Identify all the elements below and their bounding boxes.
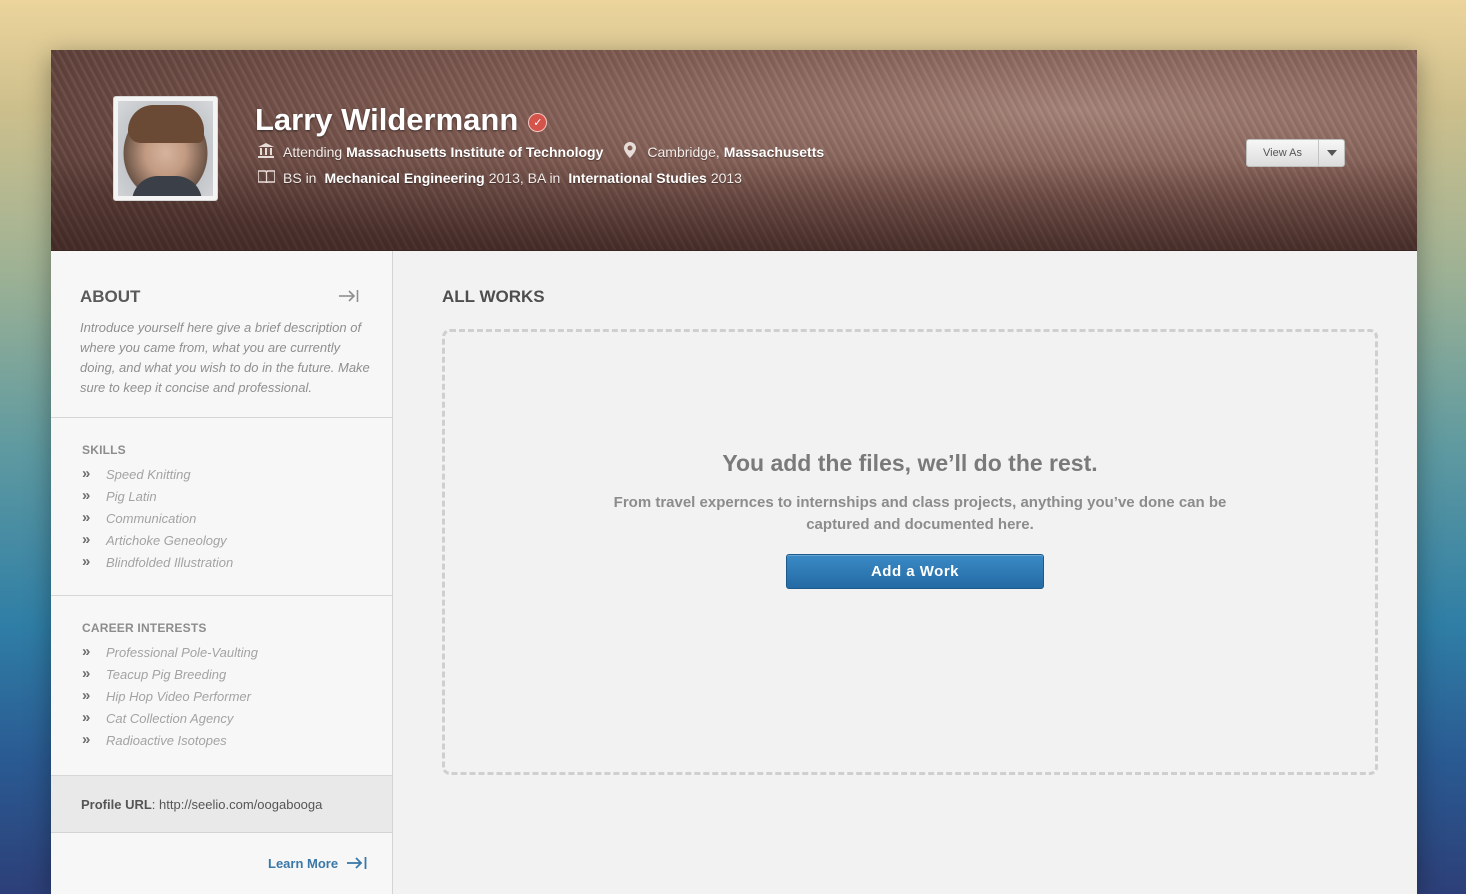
learn-more-link[interactable]: Learn More bbox=[268, 855, 368, 871]
career-interest-item: » Professional Pole-Vaulting bbox=[82, 641, 258, 663]
about-title: ABOUT bbox=[80, 287, 141, 306]
double-chevron-icon: » bbox=[82, 464, 91, 482]
double-chevron-icon: » bbox=[82, 530, 91, 548]
career-interest-text: Radioactive Isotopes bbox=[106, 732, 227, 748]
caret-down-icon bbox=[1326, 150, 1337, 156]
skill-item: » Pig Latin bbox=[82, 485, 233, 507]
profile-url-bar: Profile URL: http://seelio.com/oogabooga bbox=[51, 776, 392, 833]
sidebar: ABOUT Introduce yourself here give a bri… bbox=[51, 251, 393, 894]
skills-title: SKILLS bbox=[82, 443, 126, 457]
double-chevron-icon: » bbox=[82, 642, 91, 660]
double-chevron-icon: » bbox=[82, 486, 91, 504]
career-interests-title: CAREER INTERESTS bbox=[82, 621, 207, 635]
double-chevron-icon: » bbox=[82, 664, 91, 682]
dropzone-heading: You add the files, we’ll do the rest. bbox=[722, 450, 1098, 476]
career-interests-section: CAREER INTERESTS » Professional Pole-Vaul… bbox=[51, 596, 392, 776]
about-section: ABOUT Introduce yourself here give a bri… bbox=[51, 251, 392, 418]
career-interest-item: » Cat Collection Agency bbox=[82, 707, 258, 729]
learn-more-label[interactable]: Learn More bbox=[268, 856, 338, 871]
degree2-major[interactable]: International Studies bbox=[568, 170, 706, 186]
skill-item: » Communication bbox=[82, 507, 233, 529]
all-works-title: ALL WORKS bbox=[442, 287, 545, 306]
skill-text: Blindfolded Illustration bbox=[106, 554, 234, 570]
double-chevron-icon: » bbox=[82, 686, 91, 704]
skills-section: SKILLS » Speed Knitting » Pig Latin » Commu… bbox=[51, 418, 392, 596]
degree1-major[interactable]: Mechanical Engineering bbox=[324, 170, 484, 186]
career-interest-item: » Hip Hop Video Performer bbox=[82, 685, 258, 707]
profile-header: Larry Wildermann ✓ Attending Massachuset… bbox=[51, 50, 1417, 251]
career-interest-text: Hip Hop Video Performer bbox=[106, 688, 251, 704]
skill-text: Pig Latin bbox=[106, 488, 157, 504]
career-interest-text: Teacup Pig Breeding bbox=[106, 666, 227, 682]
app-window: Larry Wildermann ✓ Attending Massachuset… bbox=[51, 50, 1417, 894]
view-as-dropdown[interactable] bbox=[1319, 140, 1344, 166]
skill-text: Artichoke Geneology bbox=[106, 532, 227, 548]
degree1-prefix: BS in bbox=[283, 170, 317, 186]
works-dropzone[interactable]: You add the files, we’ll do the rest. Fr… bbox=[442, 329, 1378, 775]
skill-text: Communication bbox=[106, 510, 197, 526]
degree1-suffix: 2013, BA in bbox=[488, 170, 561, 186]
check-circle-icon: ✓ bbox=[528, 112, 548, 132]
state[interactable]: Massachusetts bbox=[724, 144, 824, 160]
school-location-row: Attending Massachusetts Institute of Tec… bbox=[257, 142, 824, 161]
location-pin-icon bbox=[621, 142, 639, 161]
about-text[interactable]: Introduce yourself here give a brief des… bbox=[80, 318, 370, 398]
city: Cambridge, bbox=[647, 143, 720, 160]
view-as-label[interactable]: View As bbox=[1247, 140, 1319, 166]
main-content: ALL WORKS You add the files, we’ll do th… bbox=[394, 251, 1417, 894]
profile-url-value[interactable]: http://seelio.com/oogabooga bbox=[159, 797, 322, 812]
attending-prefix: Attending bbox=[283, 143, 343, 160]
institution-icon bbox=[257, 142, 275, 161]
profile-url-colon: : bbox=[151, 796, 160, 812]
name-row: Larry Wildermann ✓ bbox=[255, 102, 548, 138]
double-chevron-icon: » bbox=[82, 508, 91, 526]
degree2-year: 2013 bbox=[710, 170, 742, 186]
degree-row: BS in Mechanical Engineering 2013, BA in… bbox=[256, 170, 742, 186]
career-interest-item: » Teacup Pig Breeding bbox=[82, 663, 258, 685]
dropzone-subtext: From travel expernces to internships and… bbox=[613, 494, 1227, 533]
skill-text: Speed Knitting bbox=[106, 466, 191, 482]
school-name[interactable]: Massachusetts Institute of Technology bbox=[346, 144, 603, 160]
arrow-right-bar-icon bbox=[347, 857, 367, 869]
avatar-photo bbox=[118, 101, 213, 196]
career-interest-text: Cat Collection Agency bbox=[106, 710, 234, 726]
career-interest-item: » Radioactive Isotopes bbox=[82, 729, 258, 751]
profile-name: Larry Wildermann bbox=[255, 102, 519, 137]
skill-item: » Blindfolded Illustration bbox=[82, 551, 233, 573]
skills-list: » Speed Knitting » Pig Latin » Communicatio… bbox=[82, 463, 233, 573]
double-chevron-icon: » bbox=[82, 552, 91, 570]
avatar bbox=[113, 96, 218, 201]
double-chevron-icon: » bbox=[82, 730, 91, 748]
career-interest-text: Professional Pole-Vaulting bbox=[106, 644, 258, 660]
book-icon bbox=[256, 170, 276, 186]
add-work-button[interactable]: Add a Work bbox=[786, 554, 1044, 589]
profile-url-label: Profile URL bbox=[81, 796, 152, 812]
skill-item: » Speed Knitting bbox=[82, 463, 233, 485]
view-as-button[interactable]: View As bbox=[1246, 139, 1345, 167]
skill-item: » Artichoke Geneology bbox=[82, 529, 233, 551]
career-interests-list: » Professional Pole-Vaulting » Teacup Pig … bbox=[82, 641, 258, 751]
double-chevron-icon: » bbox=[82, 708, 91, 726]
collapse-arrow-icon[interactable] bbox=[338, 287, 360, 305]
